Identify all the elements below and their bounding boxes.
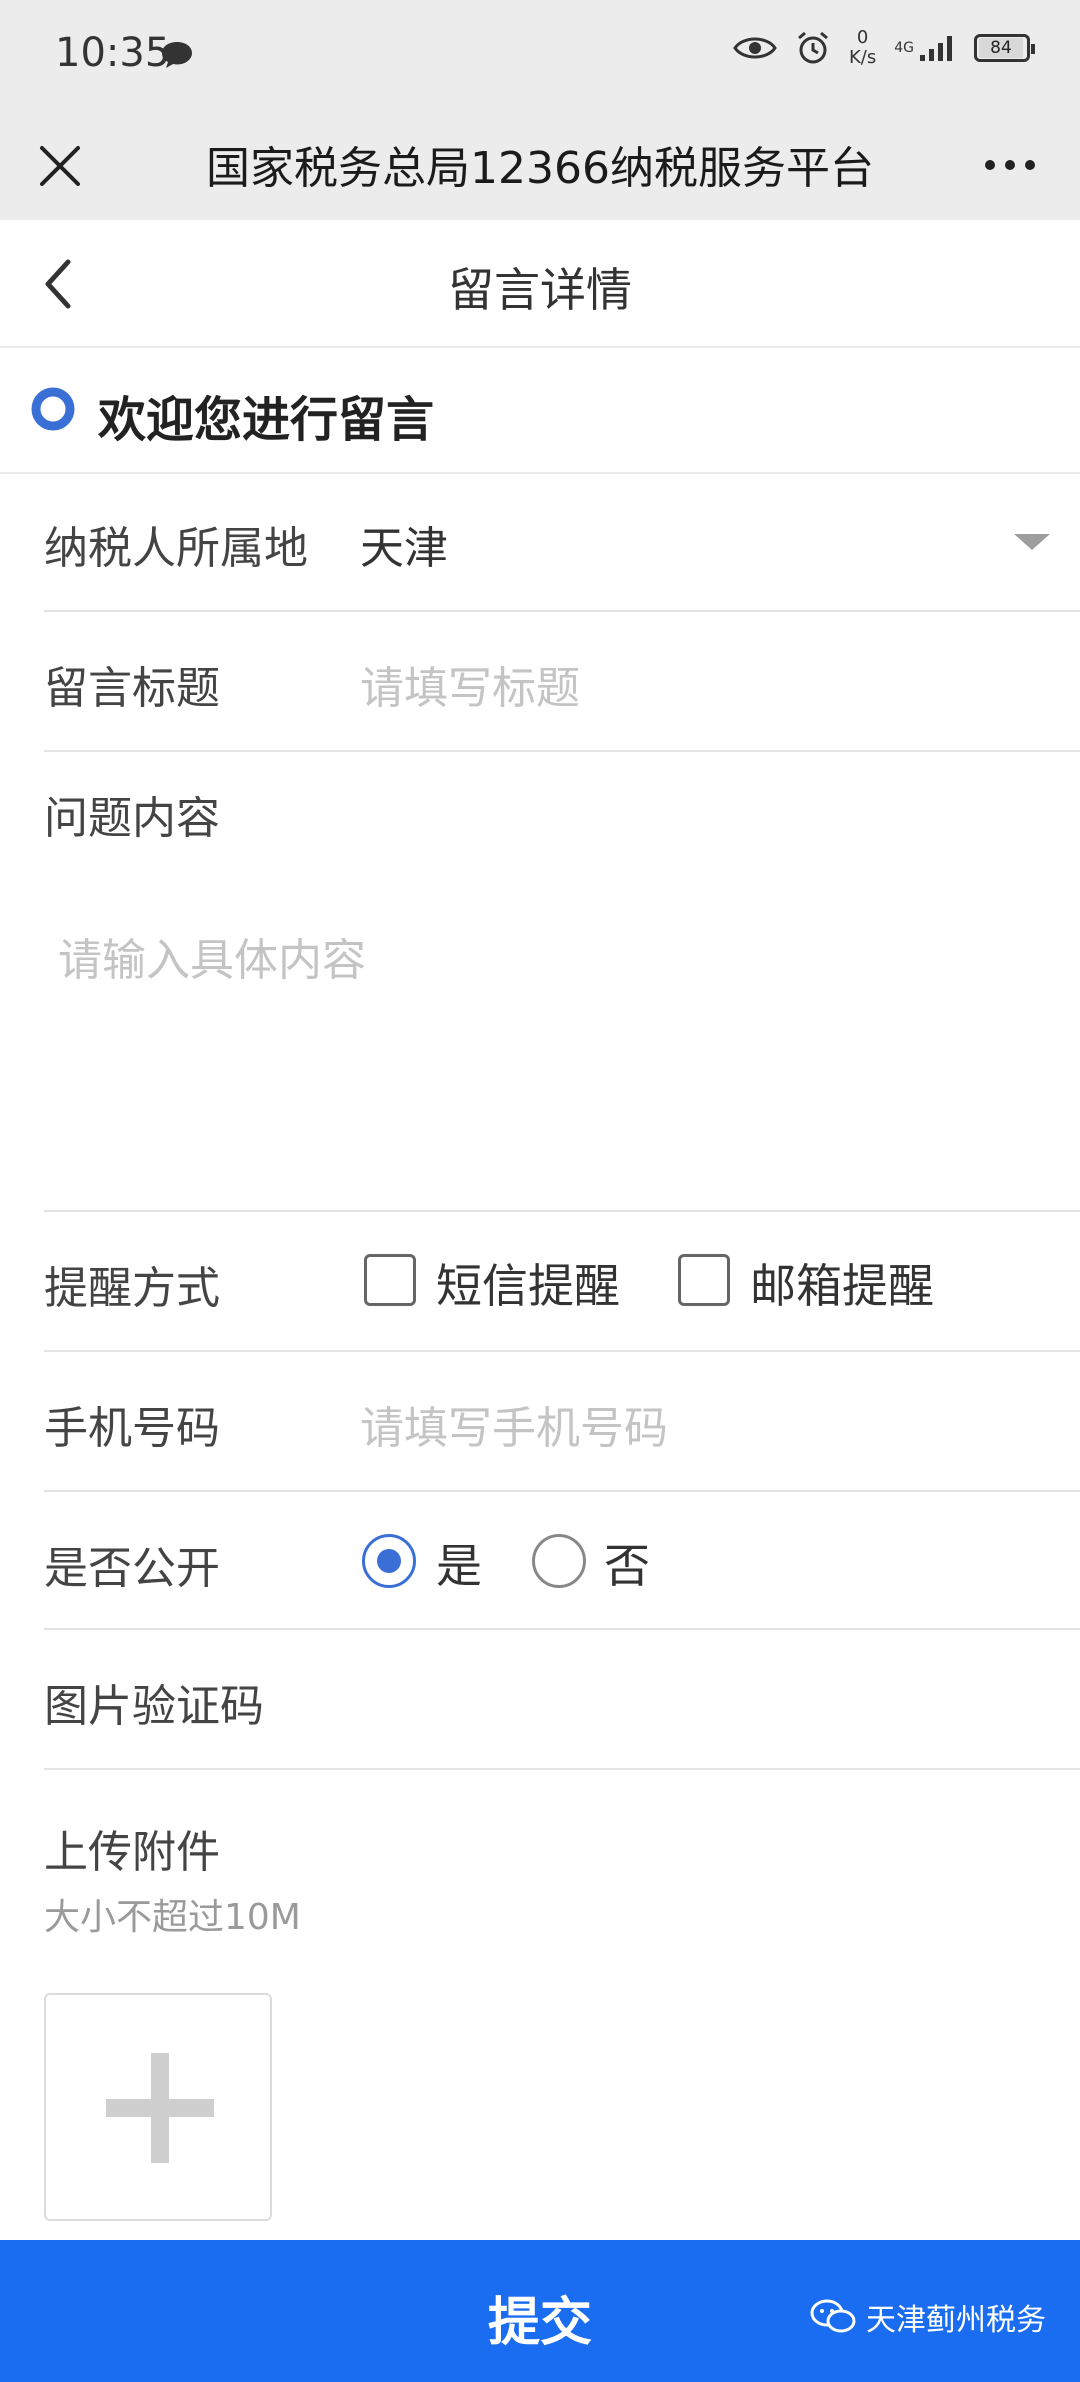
phone-field[interactable]: 手机号码 请填写手机号码: [44, 1350, 1080, 1492]
wechat-title-bar: 国家税务总局12366纳税服务平台: [0, 116, 1080, 220]
attachment-section: 上传附件 大小不超过10M: [44, 1768, 1080, 1968]
public-field: 是否公开 是 否: [44, 1490, 1080, 1630]
content-field: 问题内容 请输入具体内容: [44, 750, 1080, 1212]
page-title: 留言详情: [448, 263, 632, 317]
status-bar: 10:35 0 K/s 4G 84: [0, 0, 1080, 116]
captcha-field[interactable]: 图片验证码: [44, 1628, 1080, 1770]
welcome-banner: 欢迎您进行留言: [0, 346, 1080, 474]
phone-input[interactable]: 请填写手机号码: [360, 1392, 668, 1456]
reminder-field: 提醒方式 短信提醒 邮箱提醒: [44, 1210, 1080, 1352]
public-yes-radio[interactable]: [362, 1534, 416, 1588]
public-no-radio[interactable]: [532, 1534, 586, 1588]
wechat-icon: [810, 2299, 856, 2333]
upload-attachment-button[interactable]: [44, 1993, 272, 2221]
eye-icon: [733, 37, 777, 59]
network-speed: 0 K/s: [848, 27, 877, 68]
location-value: 天津: [360, 523, 448, 574]
email-reminder-label[interactable]: 邮箱提醒: [750, 1250, 934, 1316]
dropdown-caret-icon[interactable]: [1014, 534, 1050, 550]
wechat-page-title: 国家税务总局12366纳税服务平台: [206, 143, 874, 194]
public-label: 是否公开: [44, 1543, 220, 1594]
phone-label: 手机号码: [44, 1403, 220, 1454]
watermark-text: 天津蓟州税务: [866, 2303, 1046, 2338]
battery-level: 84: [979, 38, 1023, 58]
message-notification-icon: [162, 42, 192, 68]
subject-field[interactable]: 留言标题 请填写标题: [44, 610, 1080, 752]
submit-button[interactable]: 提交 天津蓟州税务: [0, 2240, 1080, 2382]
subject-input[interactable]: 请填写标题: [360, 652, 580, 716]
more-icon[interactable]: [980, 140, 1040, 190]
sms-reminder-checkbox[interactable]: [364, 1254, 416, 1306]
section-marker-icon: [31, 387, 75, 431]
content-textarea[interactable]: 请输入具体内容: [58, 924, 366, 988]
signal-icon: [920, 36, 952, 61]
alarm-icon: [798, 31, 828, 64]
public-no-label[interactable]: 否: [604, 1530, 650, 1596]
attachment-hint: 大小不超过10M: [44, 1897, 301, 1938]
reminder-label: 提醒方式: [44, 1263, 220, 1314]
battery-icon: 84: [974, 34, 1035, 62]
email-reminder-checkbox[interactable]: [678, 1254, 730, 1306]
clock: 10:35: [55, 30, 171, 76]
captcha-label: 图片验证码: [44, 1681, 264, 1732]
subject-label: 留言标题: [44, 663, 220, 714]
content-label: 问题内容: [44, 793, 220, 844]
watermark: 天津蓟州税务: [810, 2295, 1046, 2339]
network-type: 4G: [894, 40, 914, 56]
location-select[interactable]: 纳税人所属地 天津: [44, 472, 1080, 612]
page-header: 留言详情: [0, 220, 1080, 348]
public-yes-label[interactable]: 是: [436, 1530, 482, 1596]
attachment-label: 上传附件: [44, 1827, 220, 1878]
welcome-text: 欢迎您进行留言: [98, 392, 435, 448]
sms-reminder-label[interactable]: 短信提醒: [436, 1250, 620, 1316]
location-label: 纳税人所属地: [44, 523, 308, 574]
